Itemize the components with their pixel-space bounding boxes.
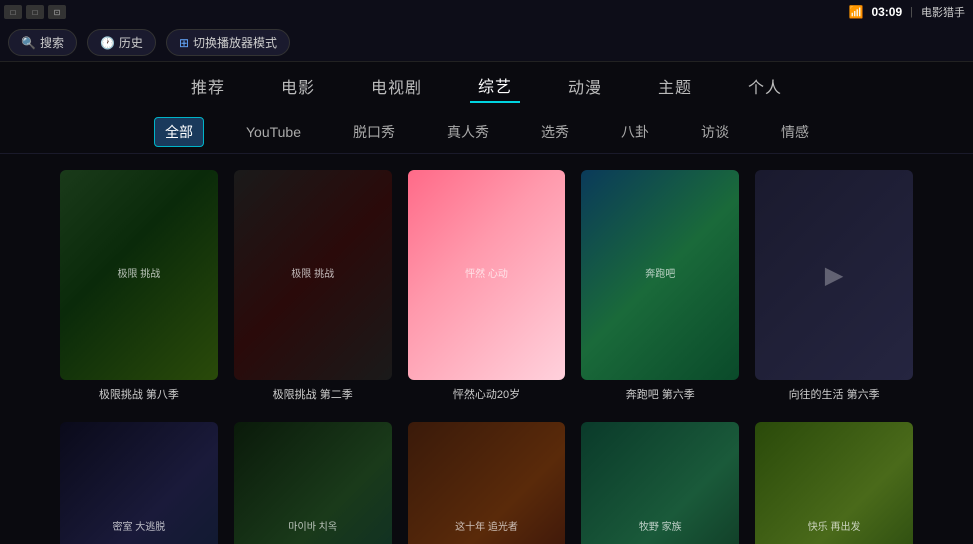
card-thumb-4: ▶ <box>755 170 913 380</box>
card-title-0: 极限挑战 第八季 <box>60 386 218 402</box>
subtab-realityshow[interactable]: 真人秀 <box>437 118 499 146</box>
player-mode-button[interactable]: ⊞ 切换播放器模式 <box>166 29 290 56</box>
card-5[interactable]: 密室 大逃脱 密室大逃脱 第四季 <box>60 422 218 544</box>
status-right: 📶 03:09 | 电影猎手 <box>848 4 965 20</box>
tab-personal[interactable]: 个人 <box>740 70 790 102</box>
main-tabs: 推荐 电影 电视剧 综艺 动漫 主题 个人 <box>0 62 973 110</box>
status-appname: 电影猎手 <box>921 4 965 20</box>
card-4[interactable]: ▶ 向往的生活 第六季 <box>755 170 913 402</box>
card-thumb-1: 极限 挑战 <box>234 170 392 380</box>
card-9[interactable]: 快乐 再出发 快乐再出发 <box>755 422 913 544</box>
card-title-2: 怦然心动20岁 <box>408 386 566 402</box>
card-thumb-9: 快乐 再出发 <box>755 422 913 544</box>
card-3[interactable]: 奔跑吧 奔跑吧 第六季 <box>581 170 739 402</box>
sub-tabs: 全部 YouTube 脱口秀 真人秀 选秀 八卦 访谈 情感 <box>0 110 973 154</box>
card-thumb-text-8: 牧野 家族 <box>635 517 686 539</box>
history-button[interactable]: 🕐 历史 <box>87 29 156 56</box>
card-thumb-5: 密室 大逃脱 <box>60 422 218 544</box>
search-button[interactable]: 🔍 搜索 <box>8 29 77 56</box>
card-grid: 极限 挑战 极限挑战 第八季 极限 挑战 极限挑战 第二季 怦然 心动 怦然心动… <box>60 170 913 544</box>
card-thumb-2: 怦然 心动 <box>408 170 566 380</box>
card-2[interactable]: 怦然 心动 怦然心动20岁 <box>408 170 566 402</box>
search-icon: 🔍 <box>21 36 36 50</box>
status-bar: □ □ ⊡ 📶 03:09 | 电影猎手 <box>0 0 973 24</box>
card-0[interactable]: 极限 挑战 极限挑战 第八季 <box>60 170 218 402</box>
history-label: 历史 <box>119 34 143 51</box>
win-btn-2[interactable]: □ <box>26 5 44 19</box>
card-title-3: 奔跑吧 第六季 <box>581 386 739 402</box>
card-thumb-text-1: 极限 挑战 <box>287 264 338 286</box>
content-area: 极限 挑战 极限挑战 第八季 极限 挑战 极限挑战 第二季 怦然 心动 怦然心动… <box>0 154 973 544</box>
window-controls[interactable]: □ □ ⊡ <box>4 5 66 19</box>
card-thumb-text-5: 密室 大逃脱 <box>109 517 170 539</box>
subtab-emotion[interactable]: 情感 <box>771 118 819 146</box>
subtab-interview[interactable]: 访谈 <box>691 118 739 146</box>
history-icon: 🕐 <box>100 36 115 50</box>
card-thumb-3: 奔跑吧 <box>581 170 739 380</box>
win-btn-1[interactable]: □ <box>4 5 22 19</box>
card-7[interactable]: 这十年 追光者 这十年·追光者 <box>408 422 566 544</box>
tab-tv[interactable]: 电视剧 <box>363 70 430 102</box>
tab-anime[interactable]: 动漫 <box>560 70 610 102</box>
card-thumb-text-2: 怦然 心动 <box>461 264 512 286</box>
card-thumb-text-9: 快乐 再出发 <box>804 517 865 539</box>
card-thumb-6: 마이바 치옥 <box>234 422 392 544</box>
card-thumb-8: 牧野 家族 <box>581 422 739 544</box>
subtab-talkshow[interactable]: 脱口秀 <box>343 118 405 146</box>
tab-variety[interactable]: 综艺 <box>470 69 520 103</box>
card-1[interactable]: 极限 挑战 极限挑战 第二季 <box>234 170 392 402</box>
nav-bar: 🔍 搜索 🕐 历史 ⊞ 切换播放器模式 <box>0 24 973 62</box>
search-label: 搜索 <box>40 34 64 51</box>
tab-theme[interactable]: 主题 <box>650 70 700 102</box>
card-thumb-text-7: 这十年 追光者 <box>451 517 522 539</box>
subtab-youtube[interactable]: YouTube <box>236 120 311 144</box>
logo-icon: ▶ <box>825 261 843 290</box>
card-8[interactable]: 牧野 家族 牧野家族 <box>581 422 739 544</box>
status-time: 03:09 <box>871 5 902 19</box>
card-6[interactable]: 마이바 치옥 网络炼狱：揭发N号... <box>234 422 392 544</box>
card-thumb-0: 极限 挑战 <box>60 170 218 380</box>
player-mode-label: 切换播放器模式 <box>193 34 277 51</box>
card-thumb-text-0: 极限 挑战 <box>114 264 165 286</box>
wifi-icon: 📶 <box>848 5 863 19</box>
tab-movie[interactable]: 电影 <box>273 70 323 102</box>
tab-recommend[interactable]: 推荐 <box>183 70 233 102</box>
player-icon: ⊞ <box>179 36 189 50</box>
card-thumb-text-3: 奔跑吧 <box>641 264 679 286</box>
subtab-all[interactable]: 全部 <box>154 117 204 147</box>
subtab-gossip[interactable]: 八卦 <box>611 118 659 146</box>
card-title-1: 极限挑战 第二季 <box>234 386 392 402</box>
win-btn-3[interactable]: ⊡ <box>48 5 66 19</box>
card-title-4: 向往的生活 第六季 <box>755 386 913 402</box>
subtab-audition[interactable]: 选秀 <box>531 118 579 146</box>
card-thumb-text-6: 마이바 치옥 <box>284 517 341 539</box>
card-thumb-7: 这十年 追光者 <box>408 422 566 544</box>
